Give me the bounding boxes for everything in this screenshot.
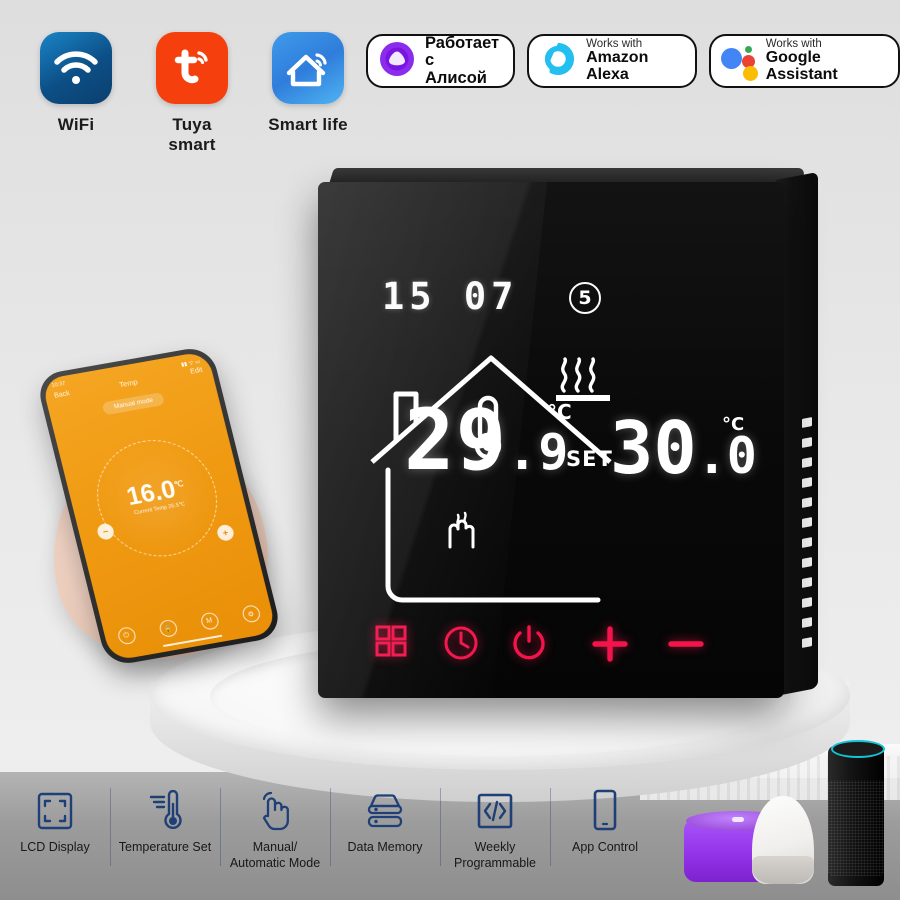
wifi-icon: [40, 32, 112, 104]
badge-yandex-alice: Работает с Алисой: [366, 34, 516, 88]
set-temperature-label: SET: [566, 447, 613, 471]
amazon-echo-speaker: [828, 740, 885, 886]
feature-label: Manual/ Automatic Mode: [229, 840, 321, 870]
touch-hand-icon: [255, 788, 295, 834]
badge-line2: Google Assistant: [765, 49, 838, 84]
set-temp-dec: .0: [696, 427, 757, 485]
phone-page-title: Temp: [118, 377, 139, 390]
badge-line2: Amazon Alexa: [586, 49, 649, 84]
settings-tab[interactable]: ⚙: [240, 604, 262, 624]
code-brackets-icon: [475, 788, 515, 834]
feature-manual-auto-mode: Manual/ Automatic Mode: [220, 784, 330, 888]
hand-heat-icon: [438, 507, 482, 551]
mode-tab[interactable]: M: [198, 611, 220, 631]
device-glass-face: 15 07 5 29.9 °C SET 30.0 °C: [318, 182, 784, 698]
phone-edit-button[interactable]: Edit: [190, 367, 204, 376]
circled-day-number: 5: [569, 282, 601, 314]
phone-back-button[interactable]: Back: [54, 390, 71, 400]
badge-text: Works with Google Assistant: [766, 38, 884, 84]
smart-thermostat-device: 15 07 5 29.9 °C SET 30.0 °C: [318, 168, 818, 713]
amazon-alexa-icon: [539, 40, 577, 83]
compatible-apps-row: WiFi Tuya smart Smart life: [34, 32, 350, 155]
smartphone-icon: [590, 788, 620, 834]
voice-assistant-badges: Работает с Алисой Works with Amazon Alex…: [366, 34, 900, 88]
phone-increase-button[interactable]: +: [215, 523, 236, 542]
badge-amazon-alexa: Works with Amazon Alexa: [527, 34, 697, 88]
yandex-alice-icon: [378, 40, 416, 83]
phone-decrease-button[interactable]: −: [95, 522, 116, 541]
lock-tab[interactable]: 🔒: [157, 618, 179, 639]
badge-line1: Работает: [425, 34, 500, 53]
feature-temperature-set: Temperature Set: [110, 784, 220, 888]
badge-line2: с Алисой: [425, 51, 487, 87]
feature-label: LCD Display: [20, 840, 90, 854]
power-button[interactable]: [510, 624, 556, 670]
feature-weekly-programmable: Weekly Programmable: [440, 784, 550, 888]
current-temp-int: 29: [404, 391, 508, 489]
current-temp-unit: °C: [547, 400, 572, 424]
set-temp-int: 30: [610, 406, 697, 490]
phone-temp-unit: ℃: [173, 479, 185, 490]
current-temperature-value: 29.9: [404, 398, 569, 482]
feature-label: Data Memory: [347, 840, 423, 854]
data-stack-icon: [364, 788, 406, 834]
phone-home-indicator: [162, 634, 223, 648]
feature-data-memory: Data Memory: [330, 784, 440, 888]
feature-lcd-display: LCD Display: [0, 784, 110, 888]
phone-mode-pill[interactable]: Manual mode: [101, 391, 166, 416]
feature-label: App Control: [571, 840, 638, 854]
badge-text: Работает с Алисой: [425, 34, 500, 87]
lcd-frame-icon: [35, 788, 75, 834]
set-temp-unit: °C: [722, 414, 745, 435]
increase-temp-button[interactable]: [590, 624, 636, 670]
lcd-clock-time: 15 07: [382, 275, 519, 318]
phone-temperature-dial[interactable]: 16.0℃ Current Temp 26.5℃ − +: [84, 430, 236, 566]
tuya-icon: [156, 32, 228, 104]
feature-label: Temperature Set: [118, 840, 212, 854]
phone-in-hand: 10:37 ▮▮ ᯤ ▭ Back Temp Edit Manual mode …: [31, 344, 302, 682]
touch-button-row: [318, 612, 784, 682]
app-label: Smart life: [268, 115, 348, 134]
feature-app-control: App Control: [550, 784, 660, 888]
app-item-wifi: WiFi: [34, 32, 118, 155]
smart-life-house-icon: [272, 32, 344, 104]
badge-text: Works with Amazon Alexa: [586, 38, 680, 84]
menu-grid-button[interactable]: [374, 624, 420, 670]
status-time: 10:37: [51, 380, 67, 390]
power-tab[interactable]: ⏻: [115, 626, 137, 646]
thermometer-set-icon: [145, 788, 185, 834]
app-label: Tuya smart: [168, 115, 216, 154]
badge-google-assistant: Works with Google Assistant: [708, 34, 900, 88]
feature-label: Weekly Programmable: [454, 840, 536, 870]
product-marketing-image: WiFi Tuya smart Smart life Работает с Ал…: [0, 0, 900, 900]
app-item-smart-life: Smart life: [266, 32, 350, 155]
app-label: WiFi: [57, 115, 95, 134]
decrease-temp-button[interactable]: [666, 624, 712, 670]
current-temp-dec: .9: [507, 423, 570, 481]
device-vent-slots: [802, 417, 812, 664]
app-item-tuya: Tuya smart: [150, 32, 234, 155]
clock-timer-button[interactable]: [442, 624, 488, 670]
lcd-screen: 15 07 5 29.9 °C SET 30.0 °C: [318, 182, 784, 698]
google-assistant-icon: [720, 44, 758, 81]
feature-strip: LCD Display Temperature Set Manual/ Auto…: [0, 784, 660, 888]
